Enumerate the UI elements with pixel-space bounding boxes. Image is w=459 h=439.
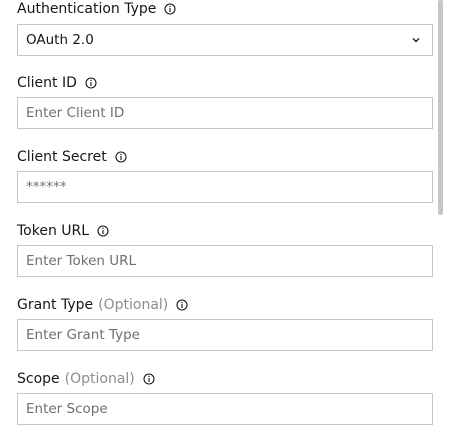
client-secret-field[interactable] (17, 171, 433, 203)
scope-field[interactable] (17, 393, 433, 425)
auth-type-select[interactable]: OAuth 2.0 (17, 24, 433, 56)
info-icon[interactable] (97, 225, 109, 237)
scope-label-row: Scope (Optional) (17, 370, 155, 388)
token-url-label: Token URL (17, 223, 90, 239)
optional-tag: (Optional) (64, 371, 135, 387)
client-id-label: Client ID (17, 75, 77, 91)
info-icon[interactable] (176, 299, 188, 311)
token-url-input[interactable] (26, 253, 422, 269)
optional-tag: (Optional) (98, 297, 169, 313)
client-secret-input[interactable] (26, 179, 422, 195)
vertical-scrollbar[interactable] (438, 0, 443, 215)
auth-type-selected-value: OAuth 2.0 (26, 32, 94, 48)
info-icon[interactable] (85, 77, 97, 89)
grant-type-label: Grant Type (17, 297, 94, 313)
scope-label: Scope (17, 371, 60, 387)
client-id-input[interactable] (26, 105, 422, 121)
auth-type-label-row: Authentication Type (17, 0, 176, 18)
client-id-field[interactable] (17, 97, 433, 129)
client-id-label-row: Client ID (17, 74, 97, 92)
info-icon[interactable] (115, 151, 127, 163)
info-icon[interactable] (143, 373, 155, 385)
grant-type-field[interactable] (17, 319, 433, 351)
grant-type-label-row: Grant Type (Optional) (17, 296, 188, 314)
auth-type-label: Authentication Type (17, 1, 157, 17)
chevron-down-icon (410, 34, 422, 46)
info-icon[interactable] (164, 3, 176, 15)
token-url-field[interactable] (17, 245, 433, 277)
scope-input[interactable] (26, 401, 422, 417)
client-secret-label: Client Secret (17, 149, 107, 165)
grant-type-input[interactable] (26, 327, 422, 343)
token-url-label-row: Token URL (17, 222, 109, 240)
client-secret-label-row: Client Secret (17, 148, 127, 166)
